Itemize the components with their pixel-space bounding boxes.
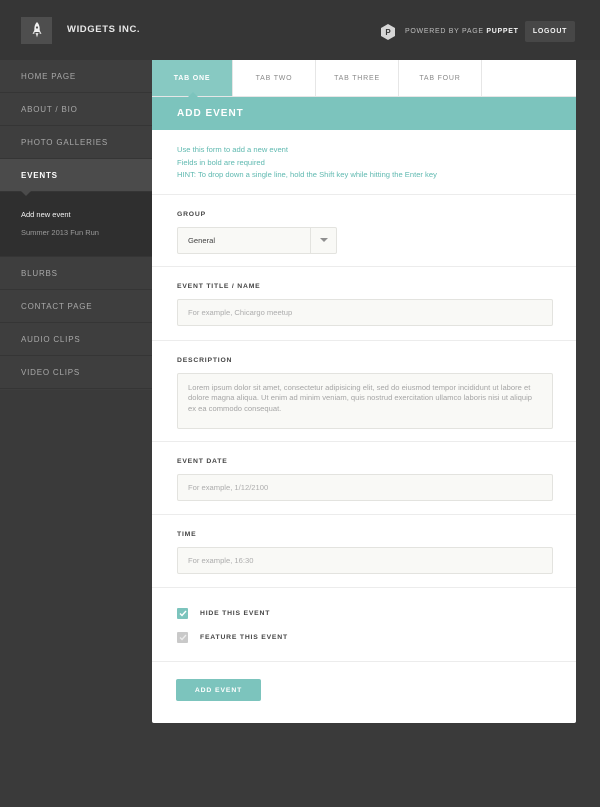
- hide-event-option[interactable]: HIDE THIS EVENT: [177, 608, 551, 620]
- rocket-logo-icon[interactable]: [21, 17, 52, 44]
- hide-event-label: HIDE THIS EVENT: [200, 610, 271, 617]
- event-date-input[interactable]: [177, 473, 553, 501]
- tab-two[interactable]: TAB TWO: [233, 60, 316, 96]
- sidebar-item-audio-clips[interactable]: AUDIO CLIPS: [0, 323, 152, 356]
- sidebar-item-events[interactable]: EVENTS: [0, 159, 152, 196]
- group-section: GROUP General: [152, 195, 576, 267]
- hide-event-checkbox[interactable]: [177, 608, 188, 619]
- tab-four[interactable]: TAB FOUR: [399, 60, 482, 96]
- event-title-input[interactable]: [177, 298, 553, 326]
- time-section: TIME: [152, 515, 576, 588]
- sidebar-nav: HOME PAGE ABOUT / BIO PHOTO GALLERIES EV…: [0, 60, 152, 390]
- events-subnav: Add new event Summer 2013 Fun Run: [0, 192, 152, 257]
- sidebar-item-blurbs[interactable]: BLURBS: [0, 257, 152, 290]
- add-event-card: TAB ONE TAB TWO TAB THREE TAB FOUR ADD E…: [152, 60, 576, 723]
- time-label: TIME: [177, 530, 197, 538]
- event-title-section: EVENT TITLE / NAME: [152, 267, 576, 341]
- feature-event-label: FEATURE THIS EVENT: [200, 634, 288, 641]
- time-input[interactable]: [177, 546, 553, 574]
- tab-three[interactable]: TAB THREE: [316, 60, 399, 96]
- event-date-section: EVENT DATE: [152, 442, 576, 515]
- tab-bar: TAB ONE TAB TWO TAB THREE TAB FOUR: [152, 60, 576, 97]
- feature-event-option[interactable]: FEATURE THIS EVENT: [177, 632, 551, 644]
- subnav-item-summer-fun-run[interactable]: Summer 2013 Fun Run: [21, 224, 152, 242]
- checkmark-icon: [179, 634, 187, 641]
- chevron-down-icon[interactable]: [310, 227, 336, 253]
- panel-title: ADD EVENT: [152, 97, 576, 130]
- top-header: WIDGETS INC. P POWERED BY PAGE PUPPET LO…: [0, 0, 600, 60]
- event-date-label: EVENT DATE: [177, 457, 228, 465]
- form-intro: Use this form to add a new event Fields …: [152, 130, 576, 195]
- svg-text:P: P: [385, 28, 391, 37]
- sidebar-item-photo-galleries[interactable]: PHOTO GALLERIES: [0, 126, 152, 159]
- feature-event-checkbox[interactable]: [177, 632, 188, 643]
- event-title-label: EVENT TITLE / NAME: [177, 282, 261, 290]
- sidebar-item-contact-page[interactable]: CONTACT PAGE: [0, 290, 152, 323]
- sidebar-item-about-bio[interactable]: ABOUT / BIO: [0, 93, 152, 126]
- group-select-value: General: [188, 235, 216, 245]
- subnav-item-add-new-event[interactable]: Add new event: [21, 206, 152, 224]
- options-section: HIDE THIS EVENT FEATURE THIS EVENT: [152, 588, 576, 662]
- powered-by-text: POWERED BY PAGE PUPPET: [405, 28, 519, 35]
- checkmark-icon: [179, 610, 187, 617]
- description-label: DESCRIPTION: [177, 356, 233, 364]
- logout-button[interactable]: LOGOUT: [525, 21, 575, 42]
- description-section: DESCRIPTION Lorem ipsum dolor sit amet, …: [152, 341, 576, 442]
- intro-line: HINT: To drop down a single line, hold t…: [177, 170, 437, 179]
- sidebar-item-home-page[interactable]: HOME PAGE: [0, 60, 152, 93]
- intro-line: Use this form to add a new event: [177, 145, 289, 154]
- add-event-button[interactable]: ADD EVENT: [176, 679, 261, 701]
- page-puppet-hexagon-icon: P: [381, 24, 395, 40]
- group-label: GROUP: [177, 210, 206, 218]
- brand-name: WIDGETS INC.: [67, 24, 141, 35]
- description-textarea[interactable]: Lorem ipsum dolor sit amet, consectetur …: [177, 372, 553, 429]
- tab-one[interactable]: TAB ONE: [152, 60, 233, 97]
- group-select[interactable]: General: [177, 226, 337, 254]
- intro-line: Fields in bold are required: [177, 157, 265, 167]
- form-actions: ADD EVENT: [152, 662, 576, 719]
- sidebar-item-video-clips[interactable]: VIDEO CLIPS: [0, 356, 152, 389]
